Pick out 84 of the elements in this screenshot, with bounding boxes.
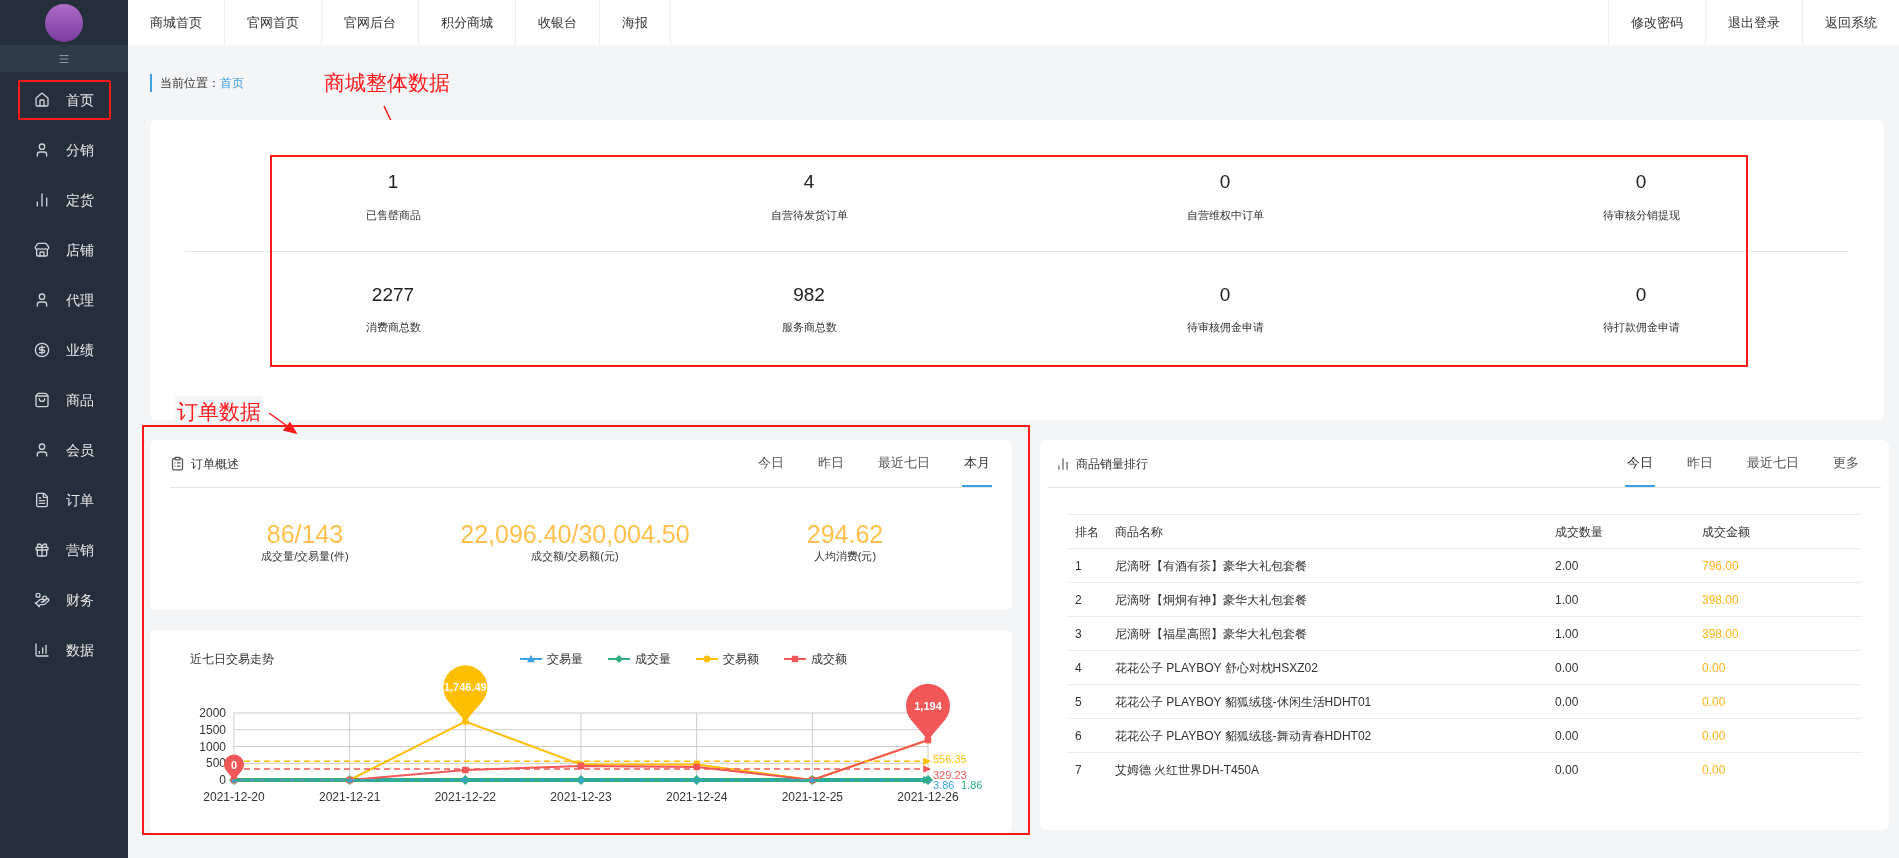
stat-value: 22,096.40/30,004.50 — [460, 520, 690, 548]
table-cell: 0.00 — [1547, 684, 1694, 719]
table-cell: 1.00 — [1547, 582, 1694, 617]
table-cell: 2.00 — [1547, 548, 1694, 583]
column-header: 排名 — [1067, 514, 1107, 549]
y-tick-label: 500 — [205, 756, 226, 771]
ref-line-label: 3.86 — [933, 779, 955, 791]
x-tick-label: 2021-12-26 — [897, 790, 959, 804]
stat-value: 0 — [1219, 282, 1231, 307]
table-cell: 艾姆德 火红世界DH-T450A — [1107, 752, 1547, 787]
y-tick-label: 2000 — [199, 706, 226, 720]
ref-line-label: 329.23 — [933, 768, 967, 781]
table-cell: 0.00 — [1694, 752, 1862, 787]
stat-value: 0 — [1219, 170, 1231, 194]
table-cell: 0.00 — [1694, 718, 1862, 753]
annotation: 0 — [230, 758, 238, 771]
stat-value: 0 — [1635, 170, 1647, 194]
table-cell: 4 — [1067, 650, 1107, 685]
legend-label: 交易额 — [723, 652, 759, 666]
stat-value: 294.62 — [806, 520, 884, 548]
y-tick-label: 1000 — [199, 739, 226, 754]
table-cell: 花花公子 PLAYBOY 貂狐绒毯-休闲生活HDHT01 — [1107, 684, 1547, 719]
x-tick-label: 2021-12-22 — [434, 790, 497, 804]
stat-label: 消费商总数 — [365, 320, 421, 335]
legend-label: 成交额 — [811, 652, 847, 666]
stat-value: 1 — [387, 170, 399, 194]
stat-value: 2277 — [371, 282, 415, 307]
table-cell: 3 — [1067, 616, 1107, 651]
column-header: 成交数量 — [1547, 514, 1694, 549]
table-cell: 0.00 — [1547, 650, 1694, 685]
table-cell: 0.00 — [1694, 684, 1862, 719]
stat-label: 自营维权中订单 — [1186, 207, 1264, 223]
stat-label: 成交额/交易额(元) — [531, 549, 619, 564]
stat-label: 待审核分销提现 — [1602, 207, 1680, 223]
legend-label: 交易量 — [547, 652, 583, 666]
card-title: 商品销量排行 — [1076, 455, 1148, 473]
column-header: 商品名称 — [1107, 514, 1547, 549]
stat-value: 86/143 — [266, 520, 344, 548]
table-cell: 尼滴呀【福星高照】豪华大礼包套餐 — [1107, 616, 1547, 651]
table-cell: 5 — [1067, 684, 1107, 719]
x-tick-label: 2021-12-25 — [781, 790, 844, 804]
annotation: 1,746.49 — [443, 681, 487, 694]
table-cell: 尼滴呀【炯炯有神】豪华大礼包套餐 — [1107, 582, 1547, 617]
stat-value: 0 — [1635, 282, 1647, 307]
annotation-text: 商城整体数据 — [324, 69, 450, 96]
legend-label: 成交量 — [635, 652, 671, 666]
table-cell: 尼滴呀【有酒有茶】豪华大礼包套餐 — [1107, 548, 1547, 583]
stat-label: 待审核佣金申请 — [1186, 320, 1264, 335]
stat-label: 已售罄商品 — [365, 207, 421, 223]
x-tick-label: 2021-12-21 — [318, 790, 381, 804]
y-tick-label: 1500 — [199, 722, 226, 737]
table-cell: 7 — [1067, 752, 1107, 787]
value-pin: 1,746.49 — [443, 665, 488, 722]
table-cell: 0.00 — [1547, 718, 1694, 753]
stat-label: 待打款佣金申请 — [1602, 320, 1680, 335]
table-cell: 花花公子 PLAYBOY 貂狐绒毯-舞动青春HDHT02 — [1107, 718, 1547, 753]
stat-label: 自营待发货订单 — [770, 207, 848, 223]
chart-title: 近七日交易走势 — [190, 652, 274, 666]
stat-label: 成交量/交易量(件) — [261, 549, 349, 564]
annotation: 1,194 — [914, 699, 943, 712]
x-tick-label: 2021-12-23 — [550, 790, 612, 804]
card-title: 订单概述 — [191, 455, 239, 473]
table-cell: 6 — [1067, 718, 1107, 753]
table-cell: 花花公子 PLAYBOY 舒心对枕HSXZ02 — [1107, 650, 1547, 685]
stat-label: 服务商总数 — [781, 320, 837, 335]
stat-label: 人均消费(元) — [813, 549, 877, 564]
ref-line-label: 556.35 — [933, 753, 967, 766]
table-cell: 2 — [1067, 582, 1107, 617]
table-cell: 0.00 — [1547, 752, 1694, 787]
x-tick-label: 2021-12-20 — [203, 790, 265, 804]
table-cell: 796.00 — [1694, 548, 1862, 583]
table-cell: 1 — [1067, 548, 1107, 583]
table-cell: 0.00 — [1694, 650, 1862, 685]
x-tick-label: 2021-12-24 — [665, 790, 728, 804]
value-pin: 1,194 — [906, 683, 950, 740]
column-header: 成交金额 — [1694, 514, 1862, 549]
breadcrumb-label: 当前位置： — [160, 74, 220, 92]
ref-line-label: 1.86 — [961, 779, 983, 791]
stat-value: 4 — [803, 170, 815, 194]
y-tick-label: 0 — [219, 773, 226, 787]
stat-value: 982 — [793, 282, 825, 307]
table-cell: 398.00 — [1694, 616, 1862, 651]
table-cell: 398.00 — [1694, 582, 1862, 617]
table-cell: 1.00 — [1547, 616, 1694, 651]
